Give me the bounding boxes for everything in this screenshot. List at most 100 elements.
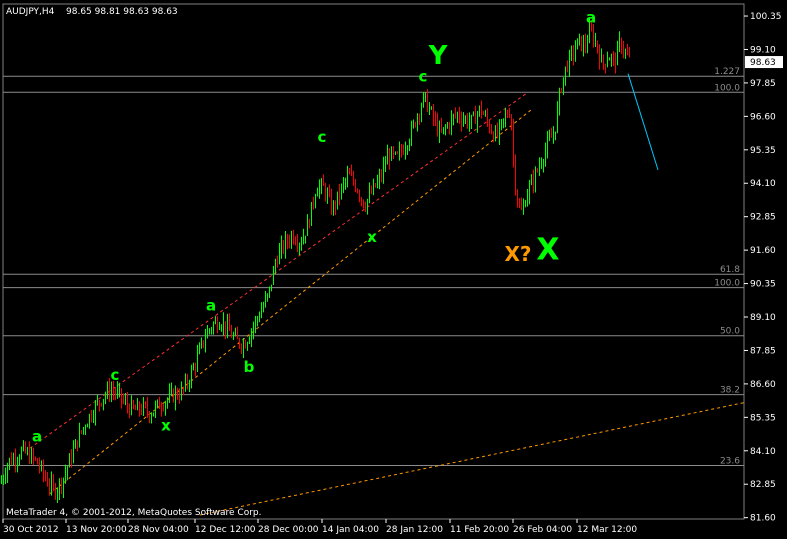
candle-body [437,119,438,134]
candle-body [233,335,234,338]
x-tick-label-6: 28 Jan 12:00 [386,525,443,535]
candle-body [293,234,294,242]
candle-body [273,268,274,285]
candle-body [567,66,568,71]
candle-body [493,132,494,140]
candle-body [367,199,368,209]
candle-body [601,55,602,63]
candle-body [467,117,468,125]
candle-body [31,451,32,462]
candle-body [39,463,40,468]
candle-body [21,449,22,459]
candle-body [361,197,362,200]
candle-body [397,152,398,154]
wave-label-a-3: a [206,296,216,314]
candle-body [147,405,148,413]
candle-body [131,401,132,414]
candle-body [3,478,4,481]
candle-body [133,401,134,408]
candle-body [341,185,342,197]
candle-body [85,427,86,429]
candle-body [445,127,446,129]
candle-body [77,440,78,447]
candle-body [413,122,414,126]
candle-body [339,191,340,197]
candle-body [449,124,450,129]
candle-body [167,399,168,403]
candle-body [109,386,110,396]
candle-body [523,206,524,210]
candle-body [607,60,608,66]
candle-body [99,400,100,404]
candle-body [243,342,244,350]
y-tick-label-2: 97.85 [750,79,776,89]
candle-body [553,134,554,138]
candle-body [629,54,630,57]
candle-body [507,114,508,116]
candle-body [231,330,232,338]
x-tick-label-1: 13 Nov 20:00 [66,525,127,535]
candle-body [11,458,12,464]
fib-label-6: 23.6 [720,456,740,466]
candle-body [343,182,344,186]
candle-body [461,118,462,123]
candle-body [101,403,102,405]
candle-body [355,182,356,190]
candle-body [249,339,250,343]
candle-body [261,310,262,318]
fib-label-3: 100.0 [714,279,740,289]
candle-body [269,287,270,295]
candle-body [9,458,10,466]
candle-body [215,320,216,324]
x-tick-label-4: 28 Dec 00:00 [258,525,319,535]
candle-body [165,402,166,409]
wave-label-a-0: a [32,427,42,445]
candle-body [13,457,14,464]
candle-body [409,141,410,148]
candle-body [87,425,88,428]
chart-window[interactable]: 1.227 100.0 61.8 100.0 50.0 38.2 23.6 a c x a b c x c… [0,0,787,539]
candle-body [335,203,336,207]
candle-body [281,242,282,251]
candle-body [551,136,552,138]
candle-body [579,35,580,39]
candle-body [453,114,454,118]
candle-body [189,383,190,385]
candle-body [623,48,624,52]
candle-body [331,195,332,213]
candle-body [319,185,320,193]
candle-body [369,191,370,200]
candle-body [289,242,290,244]
time-axis: 30 Oct 2012 13 Nov 20:00 28 Nov 04:00 12 De… [2,519,637,535]
candle-body [93,416,94,419]
candle-body [619,39,620,46]
candle-body [545,150,546,162]
price-chart[interactable]: 1.227 100.0 61.8 100.0 50.0 38.2 23.6 a c x a b c x c… [0,0,787,539]
candle-body [627,50,628,55]
candle-body [433,107,434,119]
candle-body [153,412,154,416]
wave-label-X-9: X [536,232,559,267]
candle-body [315,196,316,204]
candle-body [137,402,138,410]
candle-body [547,138,548,151]
fib-label-4: 50.0 [720,327,740,337]
candle-body [251,331,252,340]
candle-body [63,478,64,489]
candle-body [381,175,382,178]
candle-body [587,42,588,47]
candle-body [405,149,406,154]
candle-body [321,180,322,186]
candle-body [597,41,598,50]
candle-body [609,59,610,61]
candle-body [221,327,222,329]
candle-body [89,414,90,426]
candle-body [349,173,350,175]
candle-body [389,153,390,161]
candle-body [237,333,238,339]
candle-body [365,207,366,209]
candle-body [509,115,510,117]
candle-body [219,327,220,330]
copyright-text: MetaTrader 4, © 2001-2012, MetaQuotes So… [6,508,262,518]
candle-body [371,191,372,193]
